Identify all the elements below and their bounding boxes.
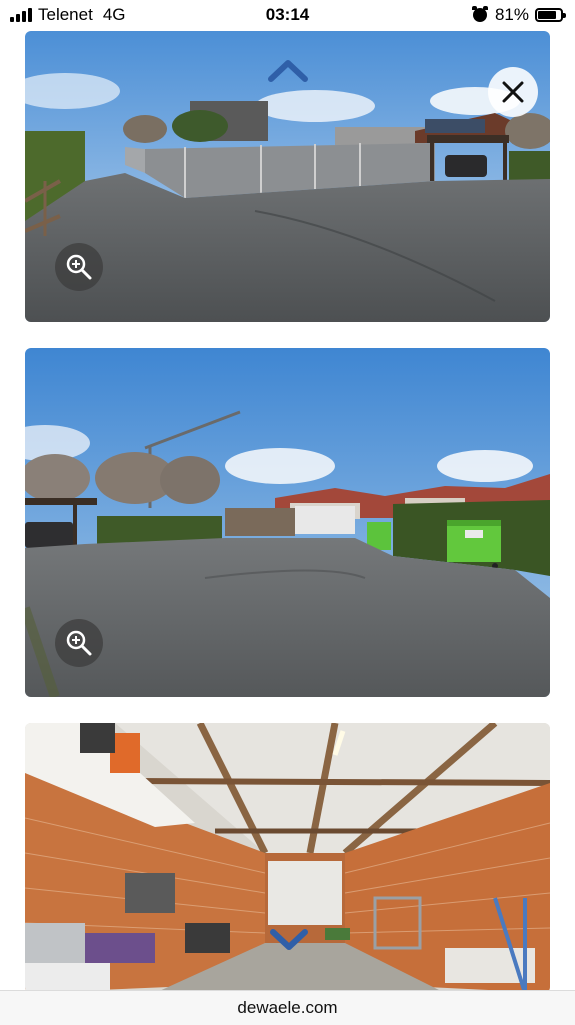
battery-percent: 81% <box>494 5 529 24</box>
zoom-button[interactable] <box>55 619 103 667</box>
url-text: dewaele.com <box>237 998 338 1017</box>
url-bar[interactable]: dewaele.com <box>0 990 575 1025</box>
close-icon <box>501 80 525 104</box>
zoom-button[interactable] <box>55 243 103 291</box>
battery-icon <box>535 8 566 22</box>
close-button[interactable] <box>488 67 538 117</box>
chevron-down-icon[interactable] <box>269 927 309 953</box>
zoom-in-icon <box>65 629 93 657</box>
photo-courtyard[interactable] <box>25 348 550 697</box>
photo-garage[interactable] <box>25 723 550 993</box>
status-bar: Telenet 4G 03:14 81% <box>0 0 575 30</box>
photo-courtyard-image <box>25 348 550 697</box>
status-bar-right: 81% <box>471 5 566 25</box>
alarm-icon <box>471 6 488 22</box>
photo-driveway[interactable] <box>25 31 550 322</box>
chevron-up-icon[interactable] <box>267 57 309 83</box>
zoom-in-icon <box>65 253 93 281</box>
